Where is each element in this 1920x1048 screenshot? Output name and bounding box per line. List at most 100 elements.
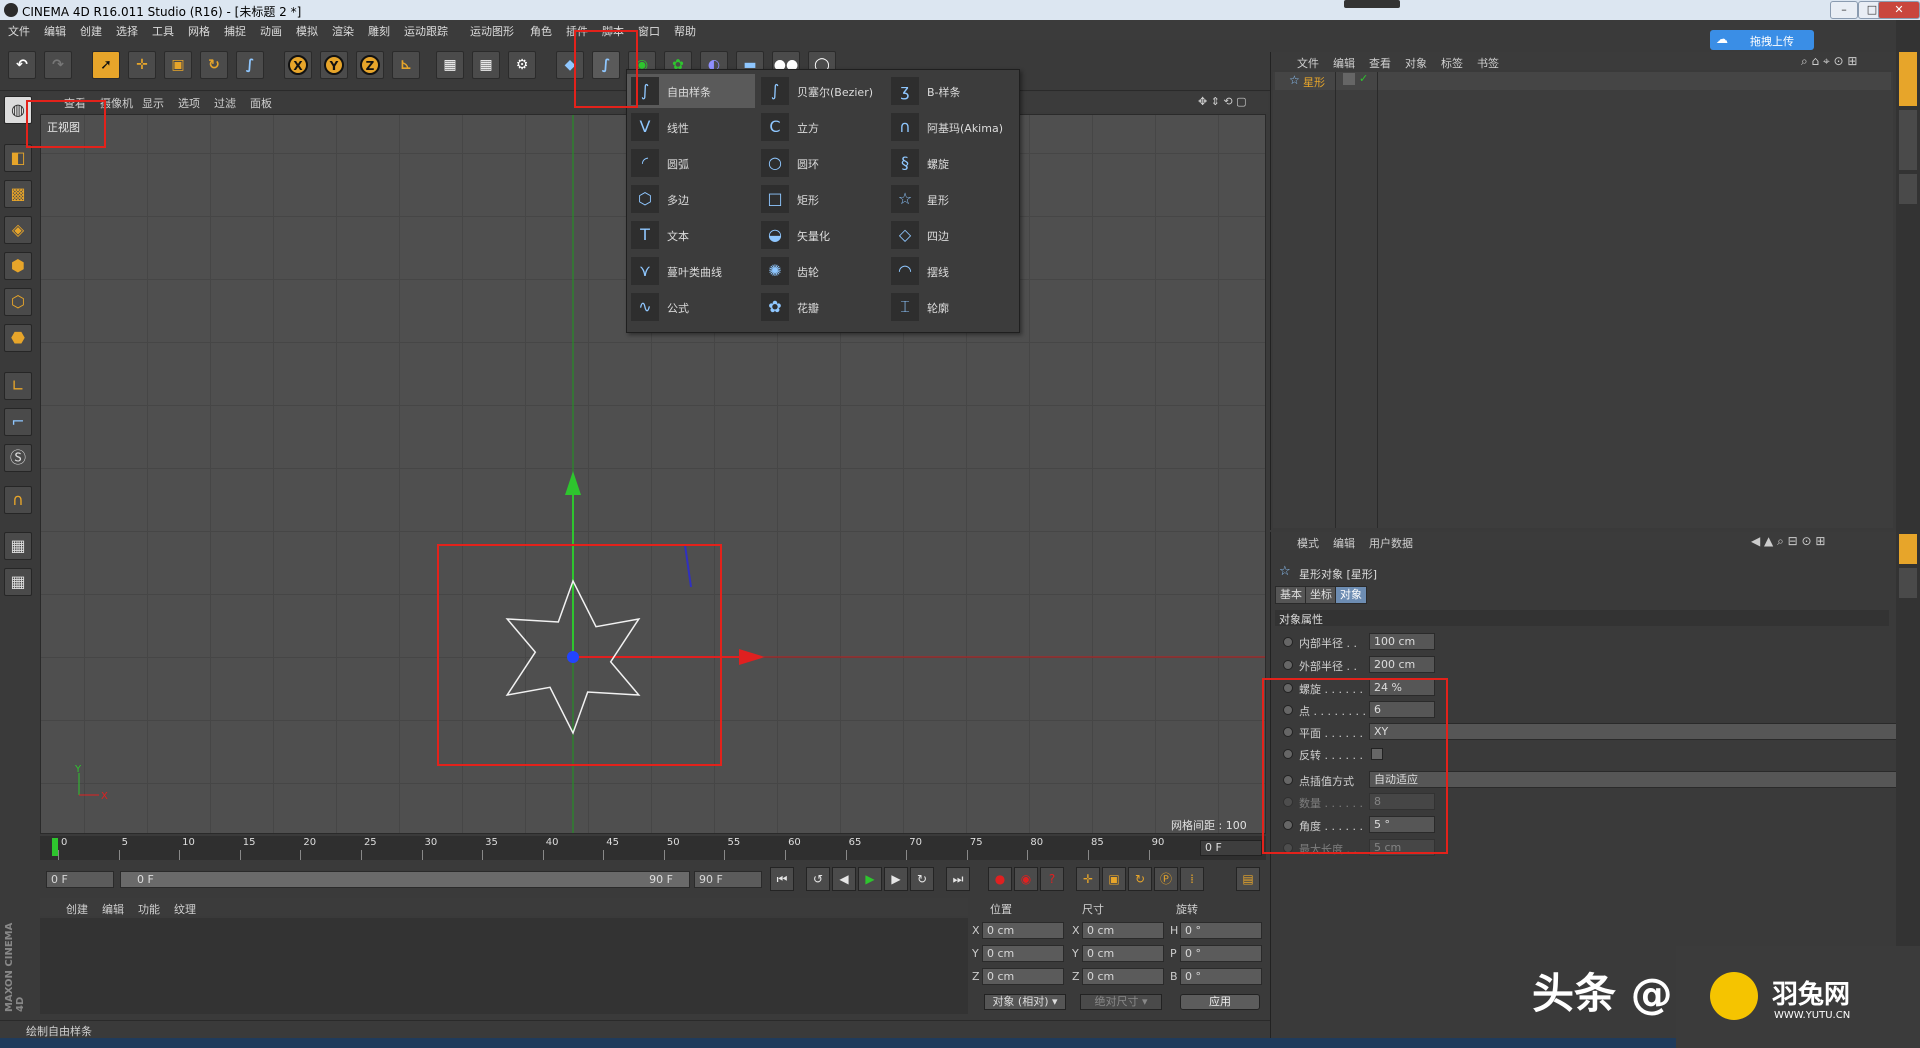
coord-value-field[interactable]: 0 °: [1180, 968, 1262, 985]
coord-value-field[interactable]: 0 cm: [982, 922, 1064, 939]
animate-toggle[interactable]: [1283, 660, 1293, 670]
object-name[interactable]: 星形: [1303, 74, 1325, 90]
y-axis-lock-icon[interactable]: Y: [320, 51, 348, 79]
timeline-ruler[interactable]: 0 5 10 15 20 25 30 35 40 45 50 55 60 65 70 75 80 85 90: [40, 836, 1266, 860]
workplane-mode-icon[interactable]: ◈: [4, 216, 32, 244]
material-menu-item[interactable]: 功能: [138, 901, 160, 917]
attribute-menu-item[interactable]: 模式: [1297, 535, 1319, 551]
spline-menu-item[interactable]: ○ 圆环: [757, 146, 885, 180]
parameter-key-icon[interactable]: Ⓟ: [1154, 867, 1178, 891]
tab-content-browser-vertical[interactable]: [1899, 110, 1917, 170]
snap-icon[interactable]: ∩: [4, 486, 32, 514]
keyframe-selection-icon[interactable]: ?: [1040, 867, 1064, 891]
attr-nav-icons[interactable]: ◀ ▲ ⌕ ⊟ ⊙ ⊞: [1751, 534, 1825, 549]
rotation-key-icon[interactable]: ↻: [1128, 867, 1152, 891]
points-mode-icon[interactable]: ⬢: [4, 252, 32, 280]
coord-value-field[interactable]: 0 cm: [1082, 945, 1164, 962]
previous-key-icon[interactable]: ↺: [806, 867, 830, 891]
viewport-menu-item[interactable]: 显示: [142, 95, 164, 111]
spline-menu-item[interactable]: ∫ 自由样条: [627, 74, 755, 108]
spline-menu-item[interactable]: ⋎ 蔓叶类曲线: [627, 254, 755, 288]
spline-menu-item[interactable]: ◇ 四边: [887, 218, 1015, 252]
tab-basic[interactable]: 基本: [1275, 586, 1307, 604]
timeline-window-icon[interactable]: ▤: [1236, 867, 1260, 891]
object-menu-item[interactable]: 对象: [1405, 55, 1427, 71]
z-axis-lock-icon[interactable]: Z: [356, 51, 384, 79]
autokey-icon[interactable]: ◉: [1014, 867, 1038, 891]
axis-mode-icon[interactable]: ∟: [4, 372, 32, 400]
object-menu-item[interactable]: 书签: [1477, 55, 1499, 71]
goto-start-icon[interactable]: ⏮: [770, 867, 794, 891]
spline-menu-item[interactable]: V 线性: [627, 110, 755, 144]
playhead[interactable]: [52, 838, 58, 856]
x-axis-lock-icon[interactable]: X: [284, 51, 312, 79]
select-tool-icon[interactable]: ➚: [92, 51, 120, 79]
enabled-check-icon[interactable]: ✓: [1359, 72, 1368, 85]
viewport-menu-item[interactable]: 选项: [178, 95, 200, 111]
y-axis-arrow[interactable]: [565, 471, 581, 495]
render-picture-viewer-icon[interactable]: ▦: [472, 51, 500, 79]
undo-icon[interactable]: ↶: [8, 51, 36, 79]
coord-value-field[interactable]: 0 °: [1180, 945, 1262, 962]
menu-item-12[interactable]: 运动图形: [470, 20, 514, 39]
spline-menu-item[interactable]: T 文本: [627, 218, 755, 252]
spline-tool-icon[interactable]: ∫: [236, 51, 264, 79]
next-frame-icon[interactable]: ▶: [884, 867, 908, 891]
menu-item-7[interactable]: 动画: [260, 20, 282, 39]
object-menu-item[interactable]: 标签: [1441, 55, 1463, 71]
coordinate-mode-select[interactable]: 对象 (相对) ▾: [984, 994, 1066, 1010]
rotate-tool-icon[interactable]: ↻: [200, 51, 228, 79]
tab-object[interactable]: 对象: [1335, 586, 1367, 604]
previous-frame-icon[interactable]: ◀: [832, 867, 856, 891]
close-button[interactable]: ✕: [1878, 1, 1920, 19]
solo-icon[interactable]: Ⓢ: [4, 444, 32, 472]
material-menu-item[interactable]: 编辑: [102, 901, 124, 917]
scale-key-icon[interactable]: ▣: [1102, 867, 1126, 891]
minimize-button[interactable]: –: [1830, 1, 1858, 19]
coord-value-field[interactable]: 0 cm: [982, 945, 1064, 962]
search-icon[interactable]: ⌕ ⌂ ⌖ ⊙ ⊞: [1801, 54, 1857, 69]
object-list[interactable]: ☆ 星形 ✓: [1273, 72, 1893, 528]
apply-button[interactable]: 应用: [1180, 994, 1260, 1010]
spline-menu-item[interactable]: ʒ B-样条: [887, 74, 1015, 108]
spline-menu-item[interactable]: ⬡ 多边: [627, 182, 755, 216]
coord-value-field[interactable]: 0 cm: [982, 968, 1064, 985]
property-value-field[interactable]: 200 cm: [1369, 656, 1435, 673]
next-key-icon[interactable]: ↻: [910, 867, 934, 891]
menu-item-17[interactable]: 帮助: [674, 20, 696, 39]
render-view-icon[interactable]: ▦: [436, 51, 464, 79]
position-key-icon[interactable]: ✛: [1076, 867, 1100, 891]
menu-item-13[interactable]: 角色: [530, 20, 552, 39]
spline-menu-item[interactable]: ◜ 圆弧: [627, 146, 755, 180]
menu-item-4[interactable]: 工具: [152, 20, 174, 39]
scale-tool-icon[interactable]: ▣: [164, 51, 192, 79]
coord-value-field[interactable]: 0 cm: [1082, 922, 1164, 939]
upload-button[interactable]: ☁ 拖拽上传: [1710, 30, 1814, 50]
property-value-field[interactable]: XY: [1369, 723, 1907, 740]
material-menu-item[interactable]: 纹理: [174, 901, 196, 917]
menu-item-0[interactable]: 文件: [8, 20, 30, 39]
texture-mode-icon[interactable]: ▩: [4, 180, 32, 208]
quantize-icon[interactable]: ▦: [4, 568, 32, 596]
attribute-menu-item[interactable]: 编辑: [1333, 535, 1355, 551]
workplane-lock-icon[interactable]: ▦: [4, 532, 32, 560]
menu-item-1[interactable]: 编辑: [44, 20, 66, 39]
object-menu-item[interactable]: 查看: [1369, 55, 1391, 71]
spline-menu-item[interactable]: ⌶ 轮廓: [887, 290, 1015, 324]
spline-menu-item[interactable]: ∿ 公式: [627, 290, 755, 324]
menu-item-6[interactable]: 捕捉: [224, 20, 246, 39]
point-level-key-icon[interactable]: ⁞: [1180, 867, 1204, 891]
end-frame-field[interactable]: 90 F: [694, 871, 762, 888]
tab-structure-vertical[interactable]: [1899, 174, 1917, 204]
spline-menu-item[interactable]: C 立方: [757, 110, 885, 144]
tab-objects-vertical[interactable]: [1899, 52, 1917, 106]
menu-item-16[interactable]: 窗口: [638, 20, 660, 39]
property-value-field[interactable]: 自动适应: [1369, 771, 1907, 788]
polygons-mode-icon[interactable]: ⬣: [4, 324, 32, 352]
coordinate-system-icon[interactable]: ⊾: [392, 51, 420, 79]
record-key-icon[interactable]: ●: [988, 867, 1012, 891]
menu-item-11[interactable]: 运动跟踪: [404, 20, 448, 39]
viewport-nav-icons[interactable]: ✥ ⇕ ⟲ ▢: [1198, 95, 1247, 108]
render-settings-icon[interactable]: ⚙: [508, 51, 536, 79]
material-area[interactable]: [40, 918, 968, 1014]
